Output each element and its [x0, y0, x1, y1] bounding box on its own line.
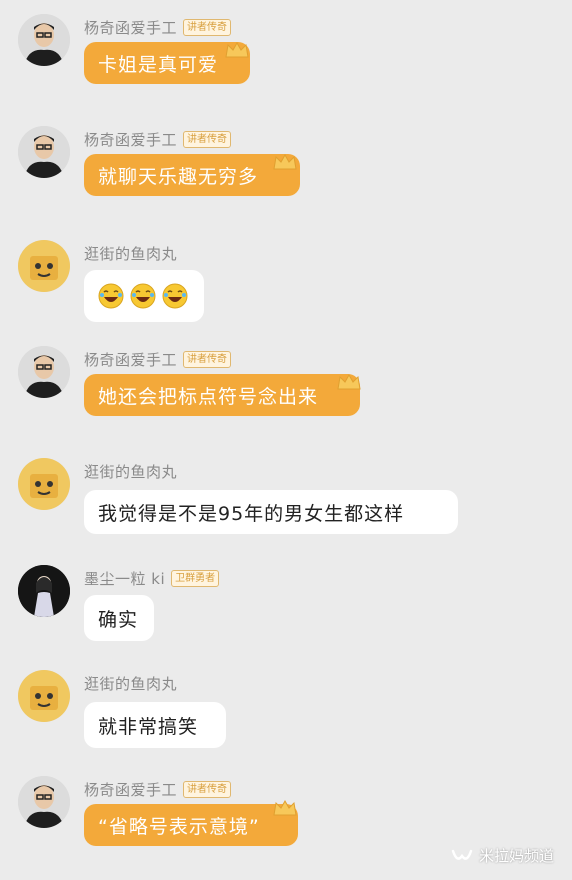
sender-name: 杨奇函爱手工 — [84, 130, 178, 149]
message-text: “省略号表示意境” — [98, 815, 260, 838]
message-bubble[interactable]: 就聊天乐趣无穷多 — [84, 154, 300, 196]
avatar-man[interactable] — [18, 776, 70, 828]
laughing-face-icon — [162, 283, 188, 309]
avatar-man[interactable] — [18, 14, 70, 66]
avatar-doll[interactable] — [18, 458, 70, 510]
avatar-woman[interactable] — [18, 565, 70, 617]
sender-name: 逛街的鱼肉丸 — [84, 674, 178, 693]
laughing-face-icon — [98, 283, 124, 309]
crown-icon — [337, 373, 361, 390]
sender-name: 墨尘一粒 ki — [84, 569, 166, 588]
message-bubble[interactable] — [84, 270, 204, 322]
sender-name: 杨奇函爱手工 — [84, 350, 178, 369]
sender-name: 逛街的鱼肉丸 — [84, 462, 178, 481]
sender-name: 逛街的鱼肉丸 — [84, 244, 178, 263]
watermark-text: 米拉妈频道 — [478, 847, 554, 865]
sender-badge: 讲者传奇 — [183, 130, 232, 148]
avatar-man[interactable] — [18, 346, 70, 398]
message-bubble[interactable]: 确实 — [84, 595, 154, 641]
sender-badge: 卫群勇者 — [171, 569, 220, 587]
message-text: 我觉得是不是95年的男女生都这样 — [98, 502, 405, 525]
crown-icon — [273, 799, 297, 816]
avatar-man[interactable] — [18, 126, 70, 178]
chat-list: 杨奇函爱手工 讲者传奇 卡姐是真可爱 杨奇函爱手工 讲者传奇 就聊天乐趣无穷多 … — [0, 0, 572, 880]
message-text: 就聊天乐趣无穷多 — [98, 165, 259, 188]
avatar-doll[interactable] — [18, 670, 70, 722]
sender-name: 杨奇函爱手工 — [84, 780, 178, 799]
sender-badge: 讲者传奇 — [183, 18, 232, 36]
message-bubble[interactable]: 就非常搞笑 — [84, 702, 226, 748]
sender-badge: 讲者传奇 — [183, 350, 232, 368]
message-text: 就非常搞笑 — [98, 715, 199, 738]
message-text: 她还会把标点符号念出来 — [98, 385, 319, 408]
laughing-face-icon — [130, 283, 156, 309]
sender-badge: 讲者传奇 — [183, 780, 232, 798]
message-text: 卡姐是真可爱 — [98, 53, 219, 76]
avatar-doll[interactable] — [18, 240, 70, 292]
crown-icon — [273, 153, 297, 170]
sender-name: 杨奇函爱手工 — [84, 18, 178, 37]
message-bubble[interactable]: “省略号表示意境” — [84, 804, 298, 846]
wechat-channel-icon — [451, 849, 473, 860]
watermark: 米拉妈频道 — [451, 845, 554, 866]
message-bubble[interactable]: 她还会把标点符号念出来 — [84, 374, 360, 416]
crown-icon — [225, 41, 249, 58]
message-bubble[interactable]: 我觉得是不是95年的男女生都这样 — [84, 490, 458, 534]
message-text: 确实 — [98, 608, 139, 631]
